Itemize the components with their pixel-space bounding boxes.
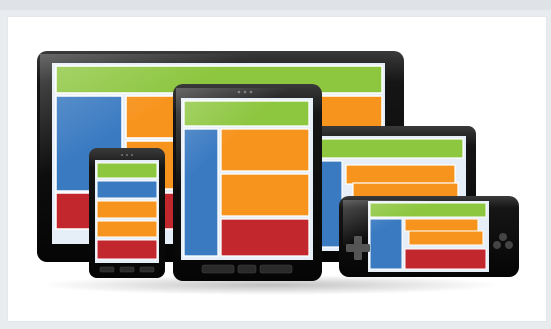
responsive-devices-illustration bbox=[37, 51, 519, 295]
tablet-button bbox=[259, 264, 293, 274]
phone-landscape-content-block bbox=[404, 218, 479, 232]
tablet-portrait bbox=[173, 84, 322, 281]
tablet-landscape-header-block bbox=[315, 138, 464, 159]
phone-button bbox=[119, 266, 135, 273]
action-button-icon bbox=[493, 241, 501, 249]
tablet-portrait-footer-block bbox=[220, 218, 310, 257]
action-button-icon bbox=[499, 233, 507, 241]
phone-header-block bbox=[96, 162, 158, 179]
tablet-portrait-content-block bbox=[220, 173, 310, 217]
smartphone-portrait bbox=[89, 148, 165, 278]
phone-button bbox=[139, 266, 155, 273]
phone-button bbox=[99, 266, 115, 273]
action-button-icon bbox=[505, 241, 513, 249]
camera-dot bbox=[131, 154, 133, 156]
phone-sidebar-block bbox=[96, 180, 158, 199]
tablet-home-button bbox=[237, 264, 257, 274]
tablet-button bbox=[201, 264, 235, 274]
phone-landscape-content-block bbox=[408, 230, 484, 246]
phone-content-block bbox=[96, 220, 158, 238]
camera-dot bbox=[121, 154, 123, 156]
phone-footer-block bbox=[96, 239, 158, 260]
tablet-landscape-content-block bbox=[345, 164, 456, 185]
phone-landscape-footer-block bbox=[404, 248, 487, 270]
smartphone-landscape bbox=[339, 196, 519, 277]
camera-dot bbox=[126, 154, 128, 156]
phone-content-block bbox=[96, 200, 158, 219]
